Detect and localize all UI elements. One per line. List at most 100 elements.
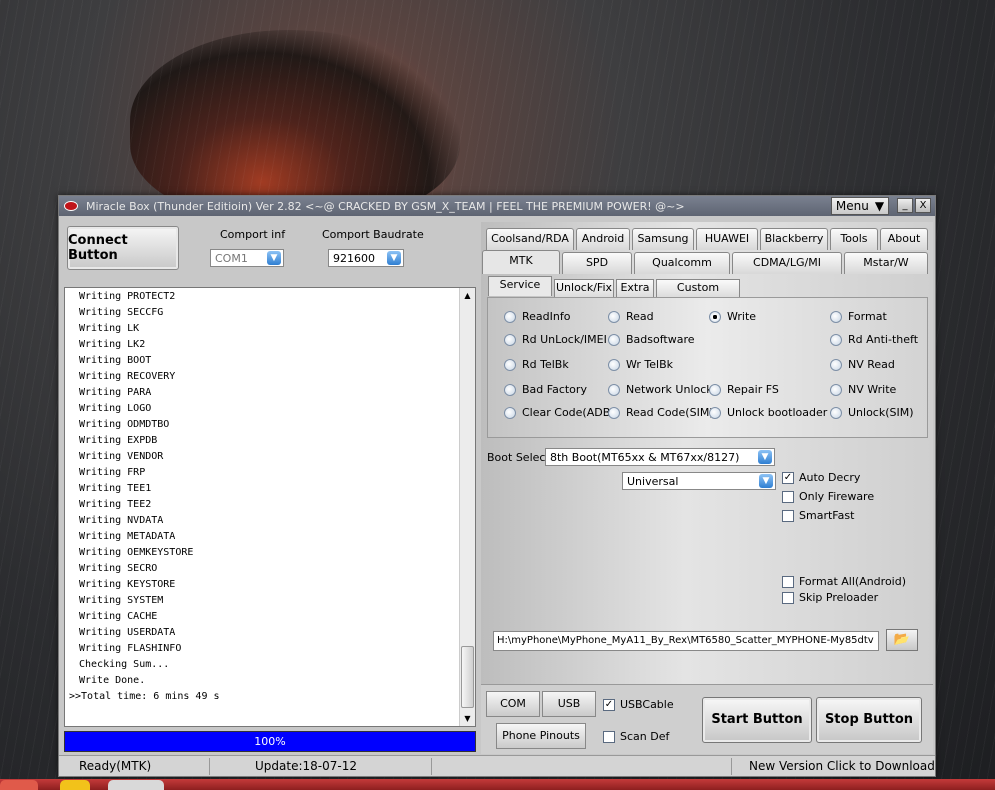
radio-read[interactable]: Read [608, 310, 654, 323]
log-line: Writing LK2 [79, 339, 146, 350]
tab-mtk[interactable]: MTK [482, 250, 560, 274]
baud-label: Comport Baudrate [322, 228, 424, 241]
radio-icon [608, 383, 620, 396]
skip-preloader-label: Skip Preloader [799, 591, 879, 604]
log-line: Writing SYSTEM [79, 595, 164, 606]
smart-fast-label: SmartFast [799, 509, 855, 522]
tab-coolsand-rda[interactable]: Coolsand/RDA [486, 228, 574, 250]
log-line: Writing VENDOR [79, 451, 164, 462]
radio-label: Clear Code(ADB) [522, 406, 615, 419]
connect-button[interactable]: Connect Button [67, 226, 179, 270]
radio-format[interactable]: Format [830, 310, 887, 323]
menu-button[interactable]: Menu ▼ [831, 197, 889, 215]
radio-label: Bad Factory [522, 383, 587, 396]
radio-label: NV Write [848, 383, 897, 396]
usb-cable-checkbox[interactable]: ✓ USBCable [603, 698, 674, 711]
subtab-custom-setting[interactable]: Custom Setting [656, 279, 740, 310]
checkbox-icon [782, 591, 794, 604]
scan-def-checkbox[interactable]: Scan Def [603, 730, 669, 743]
radio-icon [504, 333, 516, 346]
radio-rd-telbk[interactable]: Rd TelBk [504, 358, 569, 371]
radio-rd-unlock-imei[interactable]: Rd UnLock/IMEI [504, 333, 607, 346]
log-list: Writing PROTECT2 Writing SECCFG Writing LK… [65, 288, 475, 705]
comport-select[interactable]: COM1 ▼ [210, 249, 284, 267]
radio-label: Write [727, 310, 757, 323]
radio-repair-fs[interactable]: Repair FS [709, 383, 779, 396]
minimize-button[interactable]: _ [897, 198, 913, 213]
radio-nv-read[interactable]: NV Read [830, 358, 895, 371]
tab-huawei[interactable]: HUAWEI [696, 228, 758, 250]
comport-label: Comport inf [220, 228, 286, 241]
log-output[interactable]: Writing PROTECT2 Writing SECCFG Writing LK… [64, 287, 476, 727]
usb-scan-button[interactable]: USB Scan [542, 691, 596, 734]
radio-readinfo[interactable]: ReadInfo [504, 310, 570, 323]
scroll-thumb[interactable] [461, 646, 474, 708]
log-line: Writing SECCFG [79, 307, 164, 318]
only-fireware-checkbox[interactable]: Only Fireware [782, 490, 874, 503]
radio-icon [830, 310, 842, 323]
tab-qualcomm[interactable]: Qualcomm [634, 252, 730, 274]
folder-open-icon[interactable]: 📂 [886, 629, 918, 651]
menu-arrow-icon: ▼ [874, 199, 885, 213]
tab-android[interactable]: Android [576, 228, 630, 250]
boot-select[interactable]: 8th Boot(MT65xx & MT67xx/8127) ▼ [545, 448, 775, 466]
format-all-checkbox[interactable]: Format All(Android) [782, 575, 906, 588]
baud-select[interactable]: 921600 ▼ [328, 249, 404, 267]
boot-select-label: Boot Select: [487, 451, 554, 464]
subtab-service[interactable]: Service [488, 276, 552, 296]
taskbar-app-icon[interactable] [60, 780, 90, 790]
log-line: Writing LK [79, 323, 140, 334]
phone-pinouts-button[interactable]: Phone Pinouts [496, 723, 586, 749]
radio-network-unlock[interactable]: Network Unlock [608, 383, 713, 396]
scatter-path-input[interactable]: H:\myPhone\MyPhone_MyA11_By_Rex\MT6580_S… [493, 631, 879, 651]
auto-decry-checkbox[interactable]: ✓ Auto Decry [782, 471, 860, 484]
radio-icon [830, 358, 842, 371]
tab-samsung[interactable]: Samsung [632, 228, 694, 250]
radio-bad-factory[interactable]: Bad Factory [504, 383, 587, 396]
scroll-up-icon[interactable]: ▲ [460, 288, 475, 303]
status-update: Update:18-07-12 [255, 759, 357, 773]
radio-rd-anti-theft[interactable]: Rd Anti-theft [830, 333, 918, 346]
smart-fast-checkbox[interactable]: SmartFast [782, 509, 854, 522]
stop-button[interactable]: Stop Button [816, 697, 922, 743]
radio-unlock-sim[interactable]: Unlock(SIM) [830, 406, 914, 419]
skip-preloader-checkbox[interactable]: Skip Preloader [782, 591, 878, 604]
subtab-extra[interactable]: Extra [616, 279, 654, 297]
log-line: Writing CACHE [79, 611, 158, 622]
log-line: Writing SECRO [79, 563, 158, 574]
tab-cdma-lg-mi[interactable]: CDMA/LG/MI [732, 252, 842, 274]
only-fireware-label: Only Fireware [799, 490, 875, 503]
radio-icon [504, 310, 516, 323]
radio-clear-code-adb[interactable]: Clear Code(ADB) [504, 406, 615, 419]
radio-badsoftware[interactable]: Badsoftware [608, 333, 695, 346]
status-divider [431, 758, 432, 775]
radio-nv-write[interactable]: NV Write [830, 383, 896, 396]
tab-blackberry[interactable]: Blackberry [760, 228, 828, 250]
scroll-down-icon[interactable]: ▼ [460, 711, 475, 726]
log-scrollbar[interactable]: ▲ ▼ [459, 288, 475, 726]
tab-about[interactable]: About [880, 228, 928, 250]
radio-icon [504, 406, 516, 419]
boot-mode-select[interactable]: Universal ▼ [622, 472, 776, 490]
radio-write[interactable]: Write [709, 310, 756, 323]
start-orb-icon[interactable] [0, 780, 38, 790]
start-button[interactable]: Start Button [702, 697, 812, 743]
taskbar-window-button[interactable] [108, 780, 164, 790]
radio-label: Rd UnLock/IMEI [522, 333, 607, 346]
radio-wr-telbk[interactable]: Wr TelBk [608, 358, 673, 371]
scan-def-label: Scan Def [620, 730, 670, 743]
checkbox-icon [782, 575, 794, 588]
status-divider [731, 758, 732, 775]
radio-read-code-sim[interactable]: Read Code(SIM) [608, 406, 714, 419]
tab-spd[interactable]: SPD [562, 252, 632, 274]
subtab-unlock-fix[interactable]: Unlock/Fix [554, 279, 614, 297]
tab-mstar-w[interactable]: Mstar/W [844, 252, 928, 274]
log-total-time: >>Total time: 6 mins 49 s [69, 691, 220, 702]
radio-icon [709, 383, 721, 396]
radio-unlock-bootloader[interactable]: Unlock bootloader [709, 406, 827, 419]
com-scan-button[interactable]: COM Scan [486, 691, 540, 734]
taskbar [0, 779, 995, 790]
tab-tools[interactable]: Tools [830, 228, 878, 250]
close-button[interactable]: X [915, 198, 931, 213]
new-version-link[interactable]: New Version Click to Download [749, 759, 935, 773]
